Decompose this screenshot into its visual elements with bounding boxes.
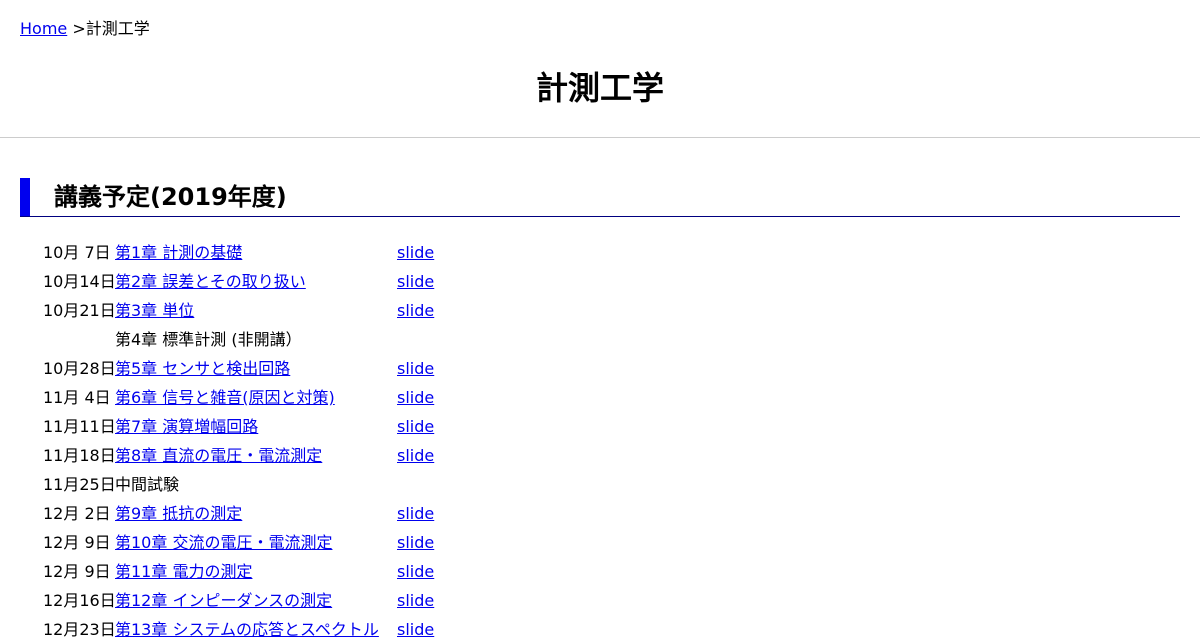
slide-link[interactable]: slide	[397, 586, 434, 615]
lecture-topic-text: 中間試験	[115, 475, 180, 494]
slide-link[interactable]: slide	[397, 557, 434, 586]
lecture-topic-link[interactable]: 第9章 抵抗の測定	[115, 499, 242, 528]
lecture-topic-link[interactable]: 第3章 単位	[115, 296, 194, 325]
section-accent-bar	[20, 178, 30, 216]
slide-link[interactable]: slide	[397, 499, 434, 528]
schedule-row: 12月 2日 第9章 抵抗の測定 slide	[43, 499, 543, 528]
breadcrumb-separator: >	[72, 19, 86, 38]
slide-link[interactable]: slide	[397, 383, 434, 412]
schedule-row: 第4章 標準計測 (非開講）	[43, 325, 543, 354]
slide-link[interactable]: slide	[397, 238, 434, 267]
page-title: 計測工学	[535, 69, 664, 107]
schedule-row: 11月25日 中間試験	[43, 470, 543, 499]
lecture-date: 12月 9日	[43, 562, 111, 581]
lecture-date: 10月28日	[43, 359, 116, 378]
lecture-date: 12月 2日	[43, 504, 111, 523]
slide-link[interactable]: slide	[397, 528, 434, 557]
slide-link[interactable]: slide	[397, 441, 434, 470]
lecture-topic-link[interactable]: 第7章 演算増幅回路	[115, 412, 258, 441]
lecture-date: 11月25日	[43, 475, 116, 494]
breadcrumb-home-link[interactable]: Home	[20, 19, 67, 38]
section-header: 講義予定(2019年度)	[20, 178, 1180, 217]
slide-link[interactable]: slide	[397, 354, 434, 383]
slide-link[interactable]: slide	[397, 412, 434, 441]
schedule-row: 10月21日 第3章 単位 slide	[43, 296, 543, 325]
schedule-row: 11月18日 第8章 直流の電圧・電流測定 slide	[43, 441, 543, 470]
lecture-date: 11月11日	[43, 417, 116, 436]
lecture-date: 11月18日	[43, 446, 116, 465]
schedule-row: 12月 9日 第11章 電力の測定 slide	[43, 557, 543, 586]
schedule-row: 10月28日 第5章 センサと検出回路 slide	[43, 354, 543, 383]
schedule-row: 11月 4日 第6章 信号と雑音(原因と対策) slide	[43, 383, 543, 412]
lecture-topic-link[interactable]: 第8章 直流の電圧・電流測定	[115, 441, 322, 470]
slide-link[interactable]: slide	[397, 267, 434, 296]
lecture-schedule: 10月 7日 第1章 計測の基礎 slide 10月14日 第2章 誤差とその取…	[43, 238, 543, 644]
schedule-row: 10月14日 第2章 誤差とその取り扱い slide	[43, 267, 543, 296]
schedule-row: 10月 7日 第1章 計測の基礎 slide	[43, 238, 543, 267]
schedule-row: 12月16日 第12章 インピーダンスの測定 slide	[43, 586, 543, 615]
breadcrumb: Home >計測工学	[20, 19, 150, 39]
lecture-date: 11月 4日	[43, 388, 111, 407]
section-title: 講義予定(2019年度)	[54, 183, 287, 211]
lecture-date: 12月16日	[43, 591, 116, 610]
lecture-topic-link[interactable]: 第12章 インピーダンスの測定	[115, 586, 332, 615]
lecture-topic-text: 第4章 標準計測 (非開講）	[115, 330, 302, 349]
header-divider	[0, 137, 1200, 138]
lecture-topic-link[interactable]: 第11章 電力の測定	[115, 557, 252, 586]
lecture-date: 10月14日	[43, 272, 116, 291]
lecture-topic-link[interactable]: 第6章 信号と雑音(原因と対策)	[115, 383, 335, 412]
schedule-row: 12月 9日 第10章 交流の電圧・電流測定 slide	[43, 528, 543, 557]
breadcrumb-current: 計測工学	[85, 19, 150, 38]
schedule-row: 11月11日 第7章 演算増幅回路 slide	[43, 412, 543, 441]
slide-link[interactable]: slide	[397, 296, 434, 325]
lecture-topic-link[interactable]: 第10章 交流の電圧・電流測定	[115, 528, 332, 557]
lecture-topic-link[interactable]: 第2章 誤差とその取り扱い	[115, 267, 306, 296]
lecture-topic-link[interactable]: 第1章 計測の基礎	[115, 238, 242, 267]
lecture-date: 10月 7日	[43, 243, 111, 262]
lecture-topic-link[interactable]: 第5章 センサと検出回路	[115, 354, 290, 383]
lecture-date: 10月21日	[43, 301, 116, 320]
lecture-date: 12月 9日	[43, 533, 111, 552]
